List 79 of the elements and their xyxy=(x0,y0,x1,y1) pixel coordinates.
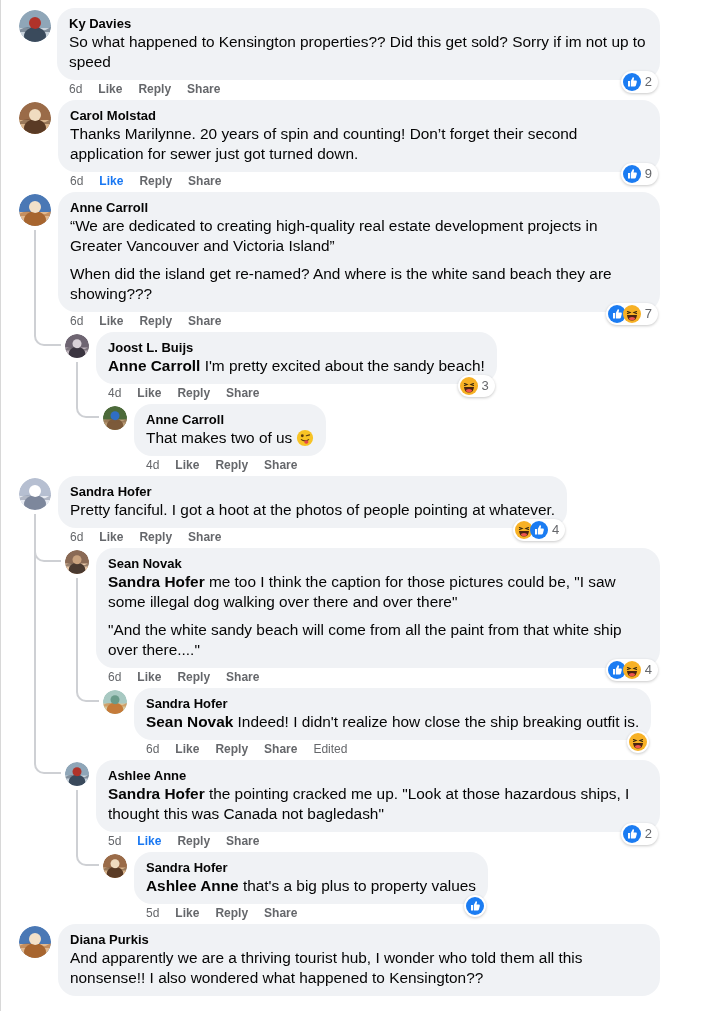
comment-time[interactable]: 4d xyxy=(108,385,122,400)
comment-time[interactable]: 6d xyxy=(70,173,84,188)
reply-button[interactable]: Reply xyxy=(215,741,249,756)
share-button[interactable]: Share xyxy=(264,905,298,920)
comment-time[interactable]: 5d xyxy=(108,833,122,848)
share-button[interactable]: Share xyxy=(226,385,260,400)
reaction-count: 4 xyxy=(550,521,561,539)
share-button[interactable]: Share xyxy=(187,81,221,96)
comment-time[interactable]: 6d xyxy=(146,741,160,756)
reply-button[interactable]: Reply xyxy=(139,529,173,544)
comment-text: And apparently we are a thriving tourist hub, I wonder who told them all this nonsense!! I also wondered what happened to Kensington?? xyxy=(70,948,584,988)
comment-text: Thanks Marilynne. 20 years of spin and counting! Don’t forget their second application for sewer just got turned down. xyxy=(70,124,579,164)
share-button[interactable]: Share xyxy=(188,313,222,328)
comment-time[interactable]: 4d xyxy=(146,457,160,472)
comment-text: “We are dedicated to creating high-quality real estate development projects in Greater Vancouver and Victoria Island” xyxy=(70,216,599,256)
reply-button[interactable]: Reply xyxy=(139,313,173,328)
reply-button[interactable]: Reply xyxy=(215,905,249,920)
author-name[interactable]: Ashlee Anne xyxy=(108,768,648,784)
reaction-summary[interactable]: 7 xyxy=(605,303,658,325)
author-name[interactable]: Sandra Hofer xyxy=(146,696,640,712)
comment-text: That makes two of us xyxy=(146,428,293,448)
comment-text: So what happened to Kensington properties?? Did this get sold? Sorry if im not up to speed xyxy=(69,32,647,72)
reaction-count: 2 xyxy=(643,825,653,843)
reply-button[interactable]: Reply xyxy=(177,385,211,400)
author-name[interactable]: Anne Carroll xyxy=(146,412,315,428)
comment-time[interactable]: 6d xyxy=(69,81,83,96)
comment-text: When did the island get re-named? And where is the white sand beach they are showing??? xyxy=(70,264,613,304)
reply-button[interactable]: Reply xyxy=(177,833,211,848)
reaction-count: 7 xyxy=(643,305,653,323)
like-button[interactable]: Like xyxy=(99,313,124,328)
reaction-summary[interactable]: 3 xyxy=(457,375,495,397)
comment-text: Sandra Hofer me too I think the caption for those pictures could be, "I saw some illegal dog walking over there and over there" xyxy=(108,572,617,612)
share-button[interactable]: Share xyxy=(188,529,222,544)
comment-text: Ashlee Anne that's a big plus to property values xyxy=(146,876,476,896)
reaction-summary[interactable]: 9 xyxy=(620,163,658,185)
reaction-summary[interactable]: 4 xyxy=(605,659,658,681)
comment-text: Sandra Hofer the pointing cracked me up. "Look at those hazardous ships, I thought this was Canada not bagledash" xyxy=(108,784,631,824)
share-button[interactable]: Share xyxy=(188,173,222,188)
like-button[interactable]: Like xyxy=(175,457,200,472)
author-name[interactable]: Joost L. Buijs xyxy=(108,340,485,356)
like-button[interactable]: Like xyxy=(175,741,200,756)
reaction-count: 4 xyxy=(643,661,653,679)
author-name[interactable]: Diana Purkis xyxy=(70,932,648,948)
reaction-summary[interactable]: 2 xyxy=(620,71,658,93)
like-button[interactable]: Like xyxy=(175,905,200,920)
like-button[interactable]: Like xyxy=(137,385,162,400)
reaction-count: 2 xyxy=(643,73,653,91)
comment-time[interactable]: 6d xyxy=(70,529,84,544)
reaction-count: 9 xyxy=(643,165,653,183)
reaction-count: 3 xyxy=(480,377,490,395)
like-button[interactable]: Like xyxy=(137,669,162,684)
share-button[interactable]: Share xyxy=(264,457,298,472)
like-button[interactable]: Like xyxy=(98,81,123,96)
comment-time[interactable]: 6d xyxy=(70,313,84,328)
reply-button[interactable]: Reply xyxy=(215,457,249,472)
reply-button[interactable]: Reply xyxy=(177,669,211,684)
share-button[interactable]: Share xyxy=(226,669,260,684)
reply-button[interactable]: Reply xyxy=(139,173,173,188)
comment-time[interactable]: 5d xyxy=(146,905,160,920)
like-button[interactable]: Like xyxy=(137,833,162,848)
author-name[interactable]: Ky Davies xyxy=(69,16,648,32)
like-button[interactable]: Like xyxy=(99,529,124,544)
author-name[interactable]: Carol Molstad xyxy=(70,108,648,124)
reaction-summary[interactable]: 2 xyxy=(620,823,658,845)
comment-text: Sean Novak Indeed! I didn't realize how close the ship breaking outfit is. xyxy=(146,712,640,732)
author-name[interactable]: Sean Novak xyxy=(108,556,648,572)
share-button[interactable]: Share xyxy=(264,741,298,756)
comment-text: Anne Carroll I'm pretty excited about the sandy beach! xyxy=(108,356,485,376)
reply-button[interactable]: Reply xyxy=(138,81,172,96)
like-button[interactable]: Like xyxy=(99,173,124,188)
share-button[interactable]: Share xyxy=(226,833,260,848)
comment-text: "And the white sandy beach will come from all the paint from that white ship over there...." xyxy=(108,620,623,660)
reaction-summary[interactable]: 4 xyxy=(512,519,566,541)
author-name[interactable]: Sandra Hofer xyxy=(70,484,556,500)
author-name[interactable]: Anne Carroll xyxy=(70,200,648,216)
comment-time[interactable]: 6d xyxy=(108,669,122,684)
comment-text: Pretty fanciful. I got a hoot at the photos of people pointing at whatever. xyxy=(70,500,556,520)
edited-label[interactable]: Edited xyxy=(313,741,348,756)
author-name[interactable]: Sandra Hofer xyxy=(146,860,476,876)
